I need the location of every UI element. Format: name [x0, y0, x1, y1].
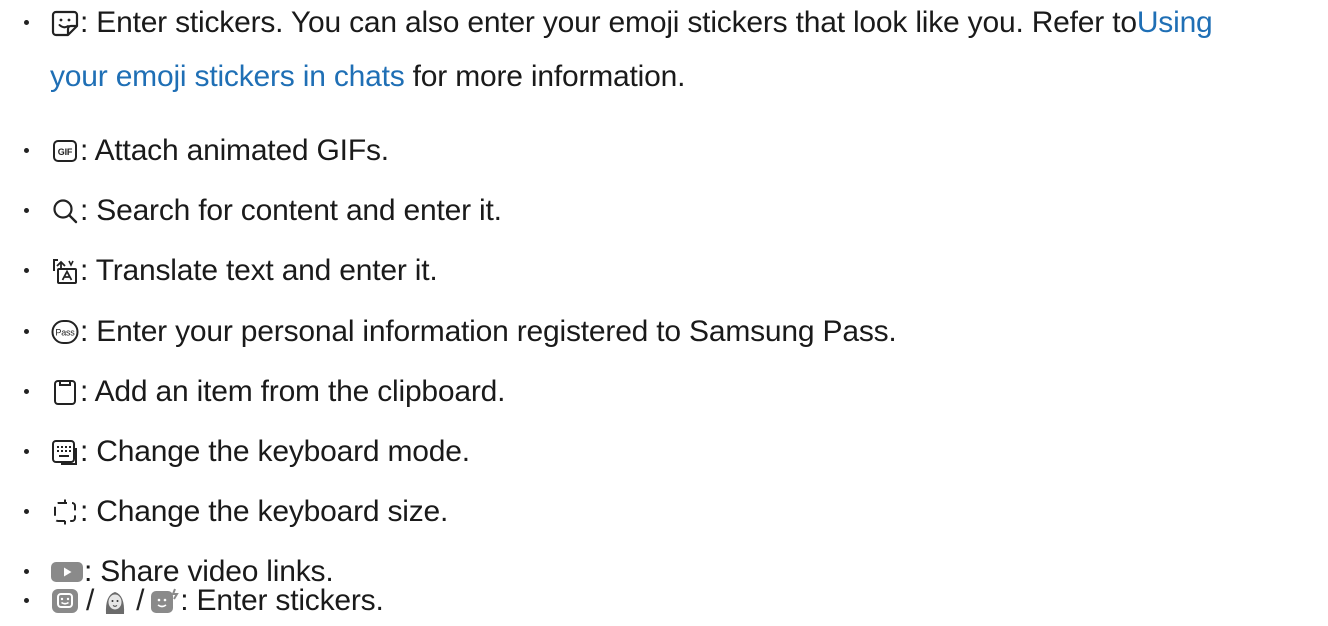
- samsung-pass-icon: Pass: [50, 317, 80, 347]
- list-item: : Change the keyboard size.: [0, 489, 1328, 535]
- bullet: [24, 148, 29, 153]
- svg-text:GIF: GIF: [58, 147, 73, 157]
- item-row: / / : Enter stickers.: [50, 578, 384, 624]
- item-text: : Change the keyboard size.: [80, 495, 449, 528]
- list-item: : Translate text and enter it.: [0, 248, 1328, 294]
- ar-emoji-icon: [100, 586, 130, 616]
- item-text: : Change the keyboard mode.: [80, 435, 470, 468]
- svg-text:Pass: Pass: [55, 328, 75, 338]
- keyboard-mode-icon: [50, 437, 80, 467]
- item-row: GIF : Attach animated GIFs.: [50, 128, 389, 174]
- bullet: [24, 208, 29, 213]
- item-row: : Search for content and enter it.: [50, 188, 502, 234]
- item-text: : Search for content and enter it.: [80, 194, 502, 227]
- item-text: for more information.: [404, 60, 686, 93]
- bullet: [24, 569, 29, 574]
- list-item: : Enter stickers. You can also enter you…: [0, 0, 1328, 93]
- bullet: [24, 598, 29, 603]
- item-row: : Add an item from the clipboard.: [50, 369, 505, 415]
- separator: /: [136, 584, 145, 617]
- item-row: : Translate text and enter it.: [50, 248, 438, 294]
- item-text: : Enter your personal information regist…: [80, 315, 897, 348]
- bullet: [24, 329, 29, 334]
- item-text: : Attach animated GIFs.: [80, 134, 389, 167]
- item-row: : Enter stickers. You can also enter you…: [50, 0, 1213, 46]
- item-row: : Change the keyboard size.: [50, 489, 448, 535]
- list-item: : Change the keyboard mode.: [0, 429, 1328, 475]
- bullet: [24, 268, 29, 273]
- bitmoji-sticker-icon: [50, 586, 80, 616]
- list-item: GIF : Attach animated GIFs.: [0, 128, 1328, 174]
- mojitok-sticker-icon: [150, 586, 180, 616]
- using-emoji-stickers-link[interactable]: Using: [1137, 0, 1213, 46]
- keyboard-size-icon: [50, 497, 80, 527]
- item-text: : Translate text and enter it.: [80, 254, 438, 287]
- search-icon: [50, 196, 80, 226]
- item-text-line2: your emoji stickers in chats for more in…: [50, 54, 685, 100]
- bullet: [24, 449, 29, 454]
- clipboard-icon: [50, 377, 80, 407]
- item-text: : Enter stickers. You can also enter you…: [80, 6, 1137, 39]
- list-item: : Search for content and enter it.: [0, 188, 1328, 234]
- list-item: : Add an item from the clipboard.: [0, 369, 1328, 415]
- translate-icon: [50, 256, 80, 286]
- list-item: [0, 620, 1328, 626]
- bullet: [24, 20, 29, 25]
- bullet: [24, 389, 29, 394]
- list-item: Pass : Enter your personal information r…: [0, 309, 1328, 355]
- sticker-icon: [50, 8, 80, 38]
- list-item: / / : Enter stickers.: [0, 578, 1328, 624]
- using-emoji-stickers-link-cont[interactable]: your emoji stickers in chats: [50, 60, 405, 93]
- gif-icon: GIF: [50, 136, 80, 166]
- item-text: : Add an item from the clipboard.: [80, 375, 506, 408]
- item-row: Pass : Enter your personal information r…: [50, 309, 897, 355]
- separator: /: [86, 584, 95, 617]
- item-text: : Enter stickers.: [180, 584, 384, 617]
- item-row: : Change the keyboard mode.: [50, 429, 470, 475]
- bullet: [24, 509, 29, 514]
